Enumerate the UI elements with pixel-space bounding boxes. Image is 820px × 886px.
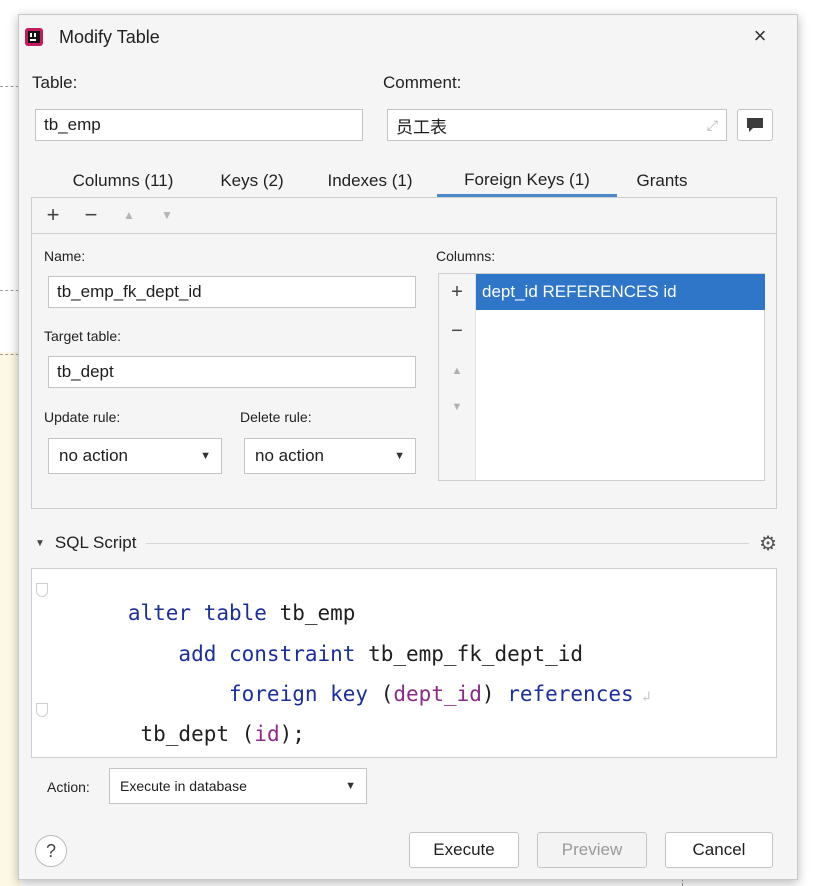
action-select[interactable]: Execute in database ▼ — [109, 768, 367, 804]
soft-wrap-icon: ↲ — [633, 689, 651, 705]
table-name-value: tb_emp — [44, 115, 101, 134]
sql-script-title: SQL Script — [54, 533, 137, 552]
fk-columns-list: dept_id REFERENCES id — [475, 274, 765, 480]
action-label: Action: — [47, 779, 90, 795]
expand-icon[interactable]: ⤢ — [707, 117, 718, 134]
table-name-input[interactable]: tb_emp — [35, 109, 363, 141]
fk-columns-box: + − ▲ ▼ dept_id REFERENCES id — [438, 273, 765, 481]
list-item[interactable]: dept_id REFERENCES id — [476, 274, 765, 310]
update-rule-label: Update rule: — [44, 409, 121, 425]
tab-keys[interactable]: Keys (2) — [207, 165, 297, 197]
tab-foreign-keys[interactable]: Foreign Keys (1) — [437, 165, 617, 197]
code-line: tb_dept (id); — [127, 722, 305, 746]
modify-table-dialog: Modify Table × Table: tb_emp Comment: 员工… — [18, 14, 798, 880]
tab-columns[interactable]: Columns (11) — [55, 165, 191, 197]
section-divider — [146, 542, 750, 544]
tab-grants[interactable]: Grants — [625, 165, 699, 197]
fk-name-label: Name: — [44, 248, 86, 264]
chevron-down-icon: ▼ — [394, 450, 405, 462]
target-table-value: tb_dept — [57, 362, 114, 381]
fk-toolbar: + − ▲ ▼ — [32, 198, 776, 234]
move-down-icon[interactable]: ▼ — [156, 204, 178, 226]
comment-value: 员工表 — [396, 117, 447, 137]
target-table-input[interactable]: tb_dept — [48, 356, 416, 388]
close-icon[interactable]: × — [749, 25, 771, 47]
add-column-icon[interactable]: + — [446, 281, 468, 303]
preview-button[interactable]: Preview — [537, 832, 647, 868]
delete-rule-label: Delete rule: — [240, 409, 312, 425]
dialog-title: Modify Table — [59, 27, 160, 47]
app-icon — [24, 27, 44, 47]
sql-editor[interactable]: alter table tb_emp add constraint tb_emp… — [31, 568, 777, 758]
remove-column-icon[interactable]: − — [446, 320, 468, 342]
help-icon[interactable]: ? — [35, 835, 67, 867]
delete-rule-select[interactable]: no action ▼ — [244, 438, 416, 474]
fk-name-value: tb_emp_fk_dept_id — [57, 282, 202, 301]
comment-input[interactable]: 员工表 ⤢ — [387, 109, 727, 141]
sql-script-header[interactable]: ▼ SQL Script ⚙ — [31, 530, 777, 556]
collapse-arrow-icon[interactable]: ▼ — [35, 538, 45, 549]
target-table-label: Target table: — [44, 328, 122, 344]
background-editor-area — [0, 352, 20, 886]
move-down-icon[interactable]: ▼ — [446, 396, 468, 418]
delete-rule-value: no action — [255, 446, 324, 465]
tab-indexes[interactable]: Indexes (1) — [315, 165, 425, 197]
execute-button[interactable]: Execute — [409, 832, 519, 868]
fold-marker-icon[interactable] — [36, 703, 48, 717]
cancel-button[interactable]: Cancel — [665, 832, 773, 868]
table-label: Table: — [32, 73, 78, 92]
update-rule-select[interactable]: no action ▼ — [48, 438, 222, 474]
chevron-down-icon: ▼ — [345, 780, 356, 792]
remove-icon[interactable]: − — [80, 204, 102, 226]
comment-editor-button[interactable] — [737, 109, 773, 141]
gear-icon[interactable]: ⚙ — [759, 531, 777, 556]
chevron-down-icon: ▼ — [200, 450, 211, 462]
fold-marker-icon[interactable] — [36, 583, 48, 597]
add-icon[interactable]: + — [42, 204, 64, 226]
fk-name-input[interactable]: tb_emp_fk_dept_id — [48, 276, 416, 308]
move-up-icon[interactable]: ▲ — [118, 204, 140, 226]
comment-editor-icon — [747, 118, 763, 132]
foreign-keys-panel: + − ▲ ▼ Name: tb_emp_fk_dept_id Target t… — [31, 197, 777, 509]
comment-label: Comment: — [383, 73, 462, 92]
action-value: Execute in database — [120, 778, 247, 794]
update-rule-value: no action — [59, 446, 128, 465]
columns-label: Columns: — [436, 248, 496, 264]
move-up-icon[interactable]: ▲ — [446, 360, 468, 382]
